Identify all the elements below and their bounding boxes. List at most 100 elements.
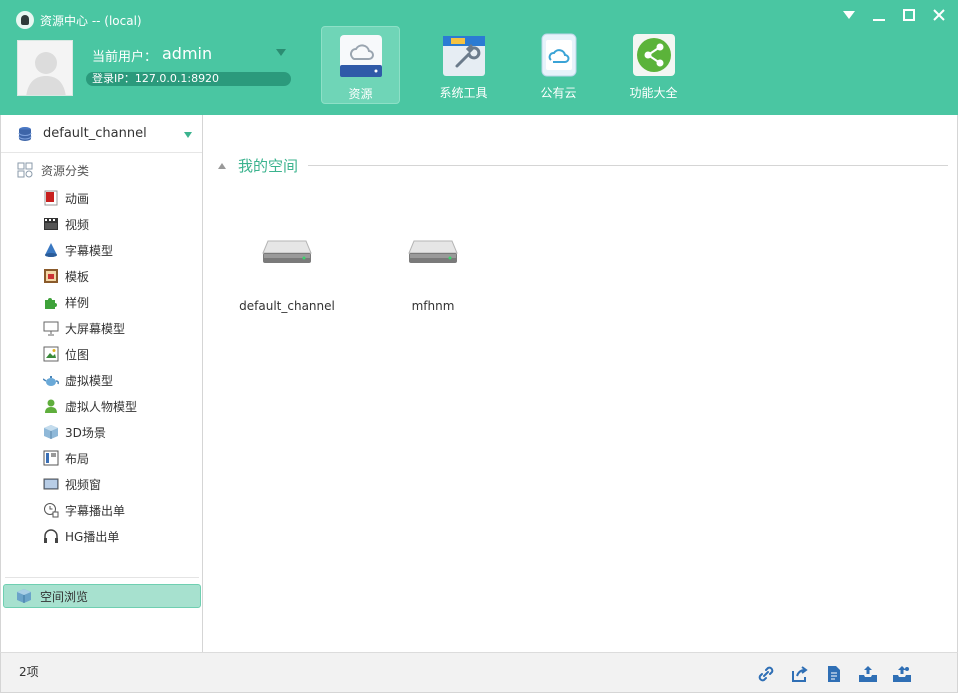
category-item-animation[interactable]: 动画	[1, 185, 202, 211]
category-item-3d-scene[interactable]: 3D场景	[1, 419, 202, 445]
minimize-button[interactable]	[866, 4, 892, 26]
clock-list-icon	[44, 503, 59, 518]
cloud-phone-icon	[541, 33, 576, 77]
space-browse-button[interactable]: 空间浏览	[3, 584, 201, 608]
animation-icon	[44, 190, 58, 206]
export-icon	[791, 665, 808, 682]
category-label: 位图	[65, 347, 90, 362]
collapse-triangle-icon[interactable]	[218, 162, 226, 169]
nav-all-functions-label: 功能大全	[629, 86, 678, 100]
category-label: 视频窗	[65, 477, 102, 492]
category-label: 字幕模型	[65, 243, 114, 258]
category-label: 字幕播出单	[65, 503, 126, 518]
user-dropdown-caret-icon[interactable]	[276, 49, 286, 56]
film-icon	[44, 218, 58, 230]
upload-button[interactable]	[857, 663, 878, 684]
upload-alt-button[interactable]	[891, 663, 912, 684]
category-item-sample[interactable]: 样例	[1, 289, 202, 315]
cloud-drive-icon	[339, 35, 382, 77]
space-browse-label: 空间浏览	[40, 589, 89, 604]
category-item-layout[interactable]: 布局	[1, 445, 202, 471]
cube-box-icon	[17, 589, 31, 603]
close-icon	[933, 9, 945, 21]
document-button[interactable]	[823, 663, 844, 684]
nav-all-functions[interactable]: 功能大全	[606, 26, 701, 104]
nav-system-tools-label: 系统工具	[439, 86, 488, 100]
category-label: 大屏幕模型	[65, 321, 126, 336]
dropdown-menu-button[interactable]	[836, 4, 862, 26]
teapot-icon	[43, 376, 59, 386]
avatar[interactable]	[17, 40, 73, 96]
category-item-subtitle-model[interactable]: 字幕模型	[1, 237, 202, 263]
category-item-bitmap[interactable]: 位图	[1, 341, 202, 367]
channel-dropdown-icon[interactable]	[184, 132, 192, 138]
nav-public-cloud-label: 公有云	[540, 86, 577, 100]
upload-tray-alt-icon	[892, 665, 911, 682]
bitmap-icon	[43, 346, 59, 362]
status-bar: 2项	[0, 652, 958, 693]
category-label: HG播出单	[65, 529, 120, 544]
category-item-virtual-model[interactable]: 虚拟模型	[1, 367, 202, 393]
category-item-video[interactable]: 视频	[1, 211, 202, 237]
link-icon	[758, 666, 773, 681]
status-toolbar	[755, 663, 912, 684]
category-grid-icon	[17, 162, 33, 178]
export-button[interactable]	[789, 663, 810, 684]
section-divider	[308, 165, 948, 166]
category-label: 视频	[65, 217, 90, 232]
cone-icon	[45, 243, 57, 257]
cube-icon	[44, 425, 58, 439]
nav-resources[interactable]: 资源	[321, 26, 400, 104]
category-label: 虚拟人物模型	[65, 399, 138, 414]
drive-item[interactable]: mfhnm	[378, 235, 488, 313]
category-label: 布局	[65, 451, 90, 466]
category-label: 样例	[65, 295, 90, 310]
category-label: 动画	[65, 191, 90, 206]
database-icon	[18, 126, 32, 141]
headphones-icon	[44, 529, 58, 543]
nav-system-tools[interactable]: 系统工具	[416, 26, 511, 104]
category-item-subtitle-playlist[interactable]: 字幕播出单	[1, 497, 202, 523]
category-item-virtual-person-model[interactable]: 虚拟人物模型	[1, 393, 202, 419]
category-label: 模板	[65, 269, 90, 284]
triangle-down-icon	[843, 11, 855, 19]
puzzle-icon	[45, 298, 57, 309]
user-silhouette-icon	[18, 41, 72, 95]
category-label: 3D场景	[65, 425, 106, 440]
channel-name: default_channel	[43, 126, 147, 141]
maximize-icon	[903, 9, 915, 21]
item-count: 2项	[19, 665, 39, 679]
window-controls	[836, 4, 952, 26]
layout-icon	[43, 450, 59, 466]
category-item-video-window[interactable]: 视频窗	[1, 471, 202, 497]
category-item-big-screen-model[interactable]: 大屏幕模型	[1, 315, 202, 341]
category-item-template[interactable]: 模板	[1, 263, 202, 289]
close-button[interactable]	[926, 4, 952, 26]
channel-selector[interactable]: default_channel	[1, 115, 202, 153]
app-logo-icon	[16, 11, 34, 29]
window-title: 资源中心 -- (local)	[40, 13, 142, 28]
sidebar: default_channel 资源分类 动画 视频 字幕模型 模板 样例 大屏…	[0, 115, 203, 652]
link-button[interactable]	[755, 663, 776, 684]
maximize-button[interactable]	[896, 4, 922, 26]
template-icon	[44, 269, 58, 283]
login-ip-badge: 登录IP：127.0.0.1:8920	[86, 72, 291, 86]
drive-item[interactable]: default_channel	[232, 235, 342, 313]
wrench-tools-icon	[442, 36, 485, 76]
category-item-hg-playlist[interactable]: HG播出单	[1, 523, 202, 549]
drive-label: mfhnm	[411, 299, 455, 313]
monitor-icon	[43, 321, 59, 336]
video-window-icon	[43, 478, 59, 490]
upload-tray-icon	[858, 665, 877, 682]
share-icon	[632, 34, 675, 76]
category-header[interactable]: 资源分类	[1, 155, 202, 185]
main-nav: 资源 系统工具 公有云 功能大全	[321, 26, 701, 104]
hard-drive-icon	[408, 240, 458, 263]
title-bar: 资源中心 -- (local)	[16, 10, 142, 30]
drive-label: default_channel	[239, 299, 335, 313]
minimize-icon	[873, 19, 885, 21]
sidebar-divider	[5, 577, 199, 578]
header: 资源中心 -- (local) 当前用户： admin 登录IP：127.0.0…	[0, 0, 958, 115]
category-header-label: 资源分类	[41, 163, 90, 178]
nav-public-cloud[interactable]: 公有云	[511, 26, 606, 104]
